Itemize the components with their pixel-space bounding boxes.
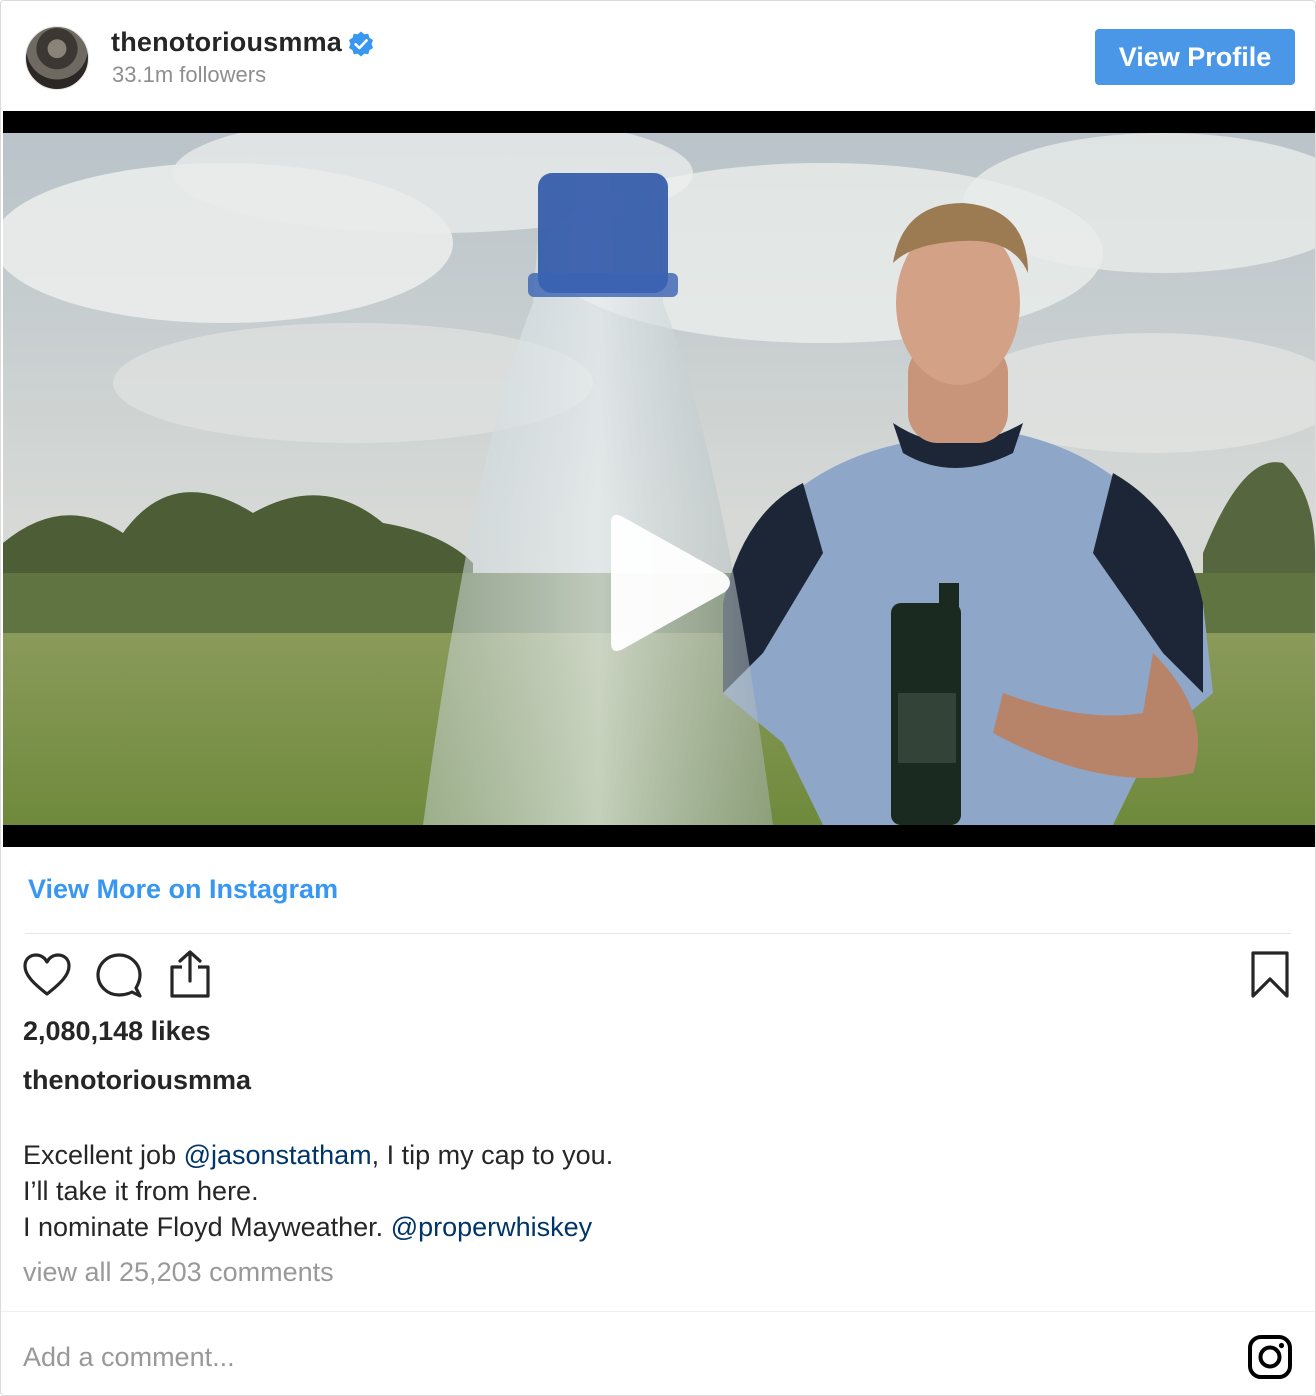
caption-line-1: Excellent job @jasonstatham, I tip my ca…: [23, 1137, 613, 1173]
instagram-logo-icon[interactable]: [1247, 1334, 1293, 1380]
mention-link[interactable]: @jasonstatham: [184, 1140, 372, 1170]
video-frame: [3, 133, 1315, 825]
view-more-on-instagram-link[interactable]: View More on Instagram: [28, 874, 338, 905]
heart-icon[interactable]: [23, 953, 71, 997]
post-caption: Excellent job @jasonstatham, I tip my ca…: [23, 1137, 613, 1245]
divider: [1, 1311, 1315, 1312]
caption-line-2: I’ll take it from here.: [23, 1176, 259, 1206]
avatar[interactable]: [25, 26, 89, 90]
caption-text: Excellent job: [23, 1140, 184, 1170]
post-header: thenotoriousmma 33.1m followers View Pro…: [1, 1, 1315, 111]
add-comment-input[interactable]: [23, 1331, 1123, 1383]
view-profile-button[interactable]: View Profile: [1095, 29, 1295, 85]
username[interactable]: thenotoriousmma: [111, 27, 342, 58]
mention-link[interactable]: @properwhiskey: [391, 1212, 593, 1242]
share-upload-icon[interactable]: [168, 949, 212, 999]
instagram-embed-card: thenotoriousmma 33.1m followers View Pro…: [0, 0, 1316, 1396]
caption-text: , I tip my cap to you.: [371, 1140, 614, 1170]
speech-bubble-icon[interactable]: [96, 953, 142, 999]
video-player[interactable]: [3, 111, 1315, 847]
caption-author[interactable]: thenotoriousmma: [23, 1065, 251, 1096]
like-count[interactable]: 2,080,148 likes: [23, 1016, 211, 1047]
caption-line-3: I nominate Floyd Mayweather. @properwhis…: [23, 1209, 613, 1245]
caption-text: I nominate Floyd Mayweather.: [23, 1212, 391, 1242]
divider: [25, 933, 1291, 934]
follower-count: 33.1m followers: [112, 62, 267, 87]
verified-badge-icon: [349, 31, 373, 57]
view-all-comments-link[interactable]: view all 25,203 comments: [23, 1257, 334, 1288]
play-icon[interactable]: [601, 511, 735, 655]
bookmark-icon[interactable]: [1250, 951, 1290, 999]
